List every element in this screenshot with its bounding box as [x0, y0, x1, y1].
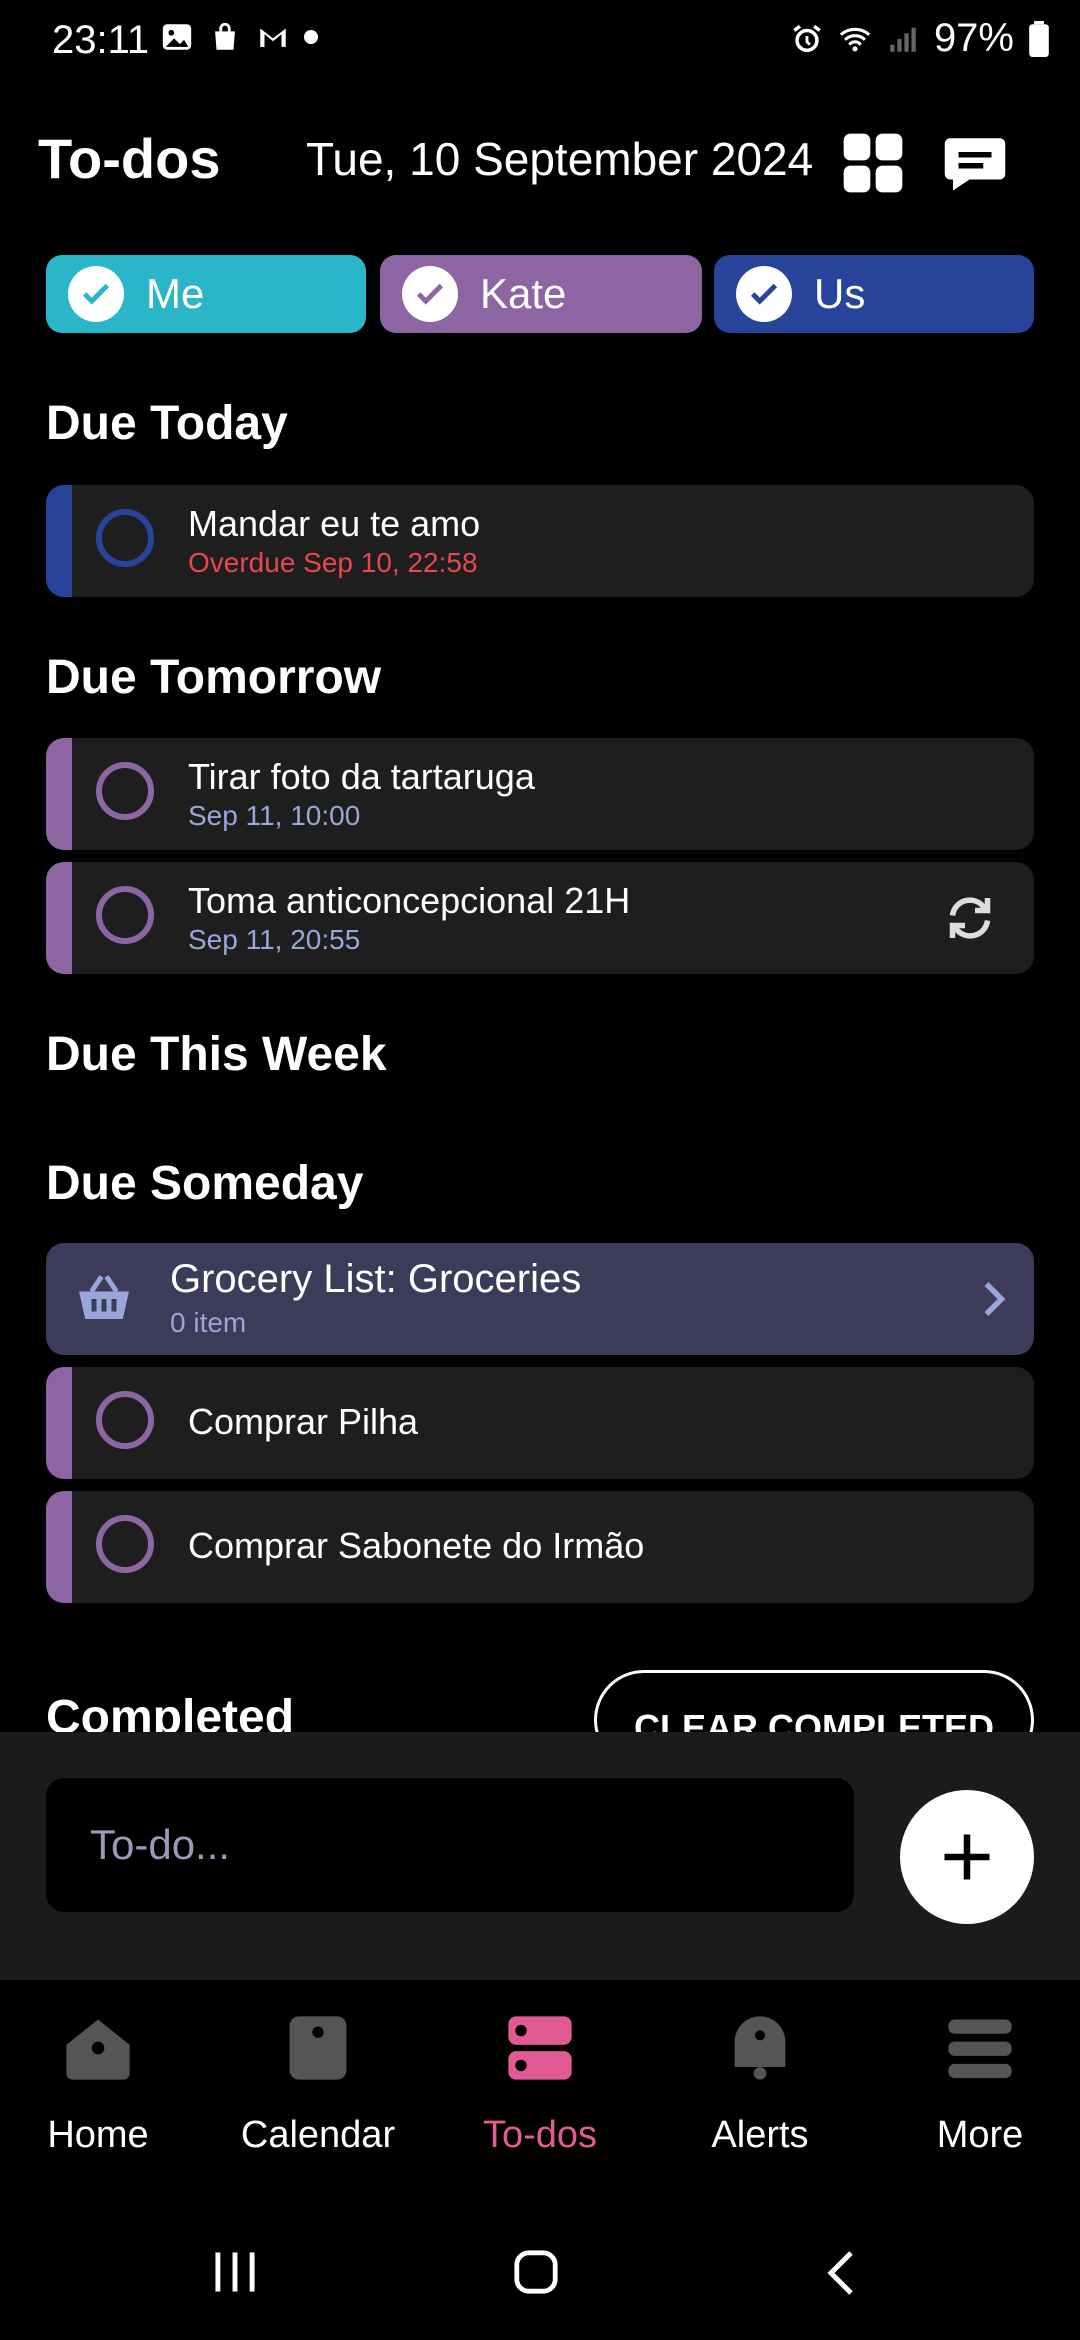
check-icon	[68, 266, 124, 322]
home-system-icon[interactable]	[512, 2248, 560, 2296]
menu-icon	[948, 2019, 1012, 2079]
filter-label: Us	[814, 270, 866, 317]
todo-due: Sep 11, 20:55	[188, 924, 361, 955]
owner-color-bar	[46, 1491, 72, 1603]
complete-checkbox[interactable]	[96, 1515, 154, 1573]
dot-icon	[304, 30, 318, 44]
todo-name: Comprar Pilha	[188, 1401, 419, 1442]
complete-checkbox[interactable]	[96, 509, 154, 567]
check-icon	[402, 266, 458, 322]
page-title: To-dos	[38, 127, 221, 190]
todo-item[interactable]: Toma anticoncepcional 21H Sep 11, 20:55	[46, 862, 1034, 974]
todo-item[interactable]: Comprar Sabonete do Irmão	[46, 1491, 1034, 1603]
complete-checkbox[interactable]	[96, 886, 154, 944]
filter-label: Me	[146, 270, 205, 317]
gmail-icon	[260, 28, 286, 47]
status-time: 23:11	[52, 18, 150, 62]
complete-checkbox[interactable]	[96, 1391, 154, 1449]
home-icon	[66, 2019, 130, 2080]
grocery-count: 0 item	[170, 1307, 247, 1338]
bell-icon	[734, 2016, 786, 2080]
repeat-icon	[949, 897, 991, 939]
complete-checkbox[interactable]	[96, 762, 154, 820]
todo-input[interactable]: To-do...	[46, 1778, 854, 1912]
filter-kate[interactable]: Kate	[380, 255, 702, 333]
alarm-icon	[793, 24, 821, 52]
owner-color-bar	[46, 862, 72, 974]
nav-label: Alerts	[711, 2114, 809, 2156]
todo-item[interactable]: Comprar Pilha	[46, 1367, 1034, 1479]
section-due-someday: Due Someday	[46, 1157, 364, 1210]
todo-due: Overdue Sep 10, 22:58	[188, 547, 478, 578]
nav-label: More	[936, 2114, 1024, 2156]
owner-color-bar	[46, 1367, 72, 1479]
grid-view-button[interactable]	[838, 128, 908, 198]
nav-more[interactable]: More	[890, 2010, 1070, 2157]
signal-icon	[890, 27, 916, 52]
section-due-tomorrow: Due Tomorrow	[46, 651, 382, 704]
todo-item[interactable]: Mandar eu te amo Overdue Sep 10, 22:58	[46, 485, 1034, 597]
nav-todos[interactable]: To-dos	[450, 2010, 630, 2157]
current-date[interactable]: Tue, 10 September 2024	[306, 132, 813, 186]
battery-percent: 97%	[933, 16, 1014, 60]
chat-button[interactable]	[940, 128, 1010, 198]
section-due-this-week: Due This Week	[46, 1028, 387, 1081]
check-icon	[736, 266, 792, 322]
nav-label: Home	[47, 2114, 149, 2156]
todo-name: Toma anticoncepcional 21H	[188, 880, 631, 921]
grocery-title: Grocery List: Groceries	[170, 1257, 582, 1301]
filter-me[interactable]: Me	[46, 255, 366, 333]
owner-color-bar	[46, 738, 72, 850]
filter-label: Kate	[480, 270, 567, 317]
basket-icon	[79, 1275, 129, 1319]
todos-icon	[508, 2016, 572, 2080]
add-todo-button[interactable]	[900, 1790, 1034, 1924]
chevron-right-icon	[984, 1282, 1006, 1316]
grid-icon	[843, 133, 903, 193]
nav-label: Calendar	[240, 2114, 396, 2156]
todo-name: Comprar Sabonete do Irmão	[188, 1525, 645, 1566]
todo-name: Mandar eu te amo	[188, 503, 481, 544]
nav-label: To-dos	[482, 2114, 598, 2156]
owner-color-bar	[46, 485, 72, 597]
todo-due: Sep 11, 10:00	[188, 800, 361, 831]
todo-item[interactable]: Tirar foto da tartaruga Sep 11, 10:00	[46, 738, 1034, 850]
status-notification-icons	[160, 20, 318, 54]
shopping-bag-icon	[215, 22, 235, 50]
wifi-icon	[839, 27, 871, 51]
back-icon[interactable]	[824, 2248, 858, 2298]
status-right: 97%	[790, 16, 1050, 61]
grocery-list-item[interactable]: Grocery List: Groceries 0 item	[46, 1243, 1034, 1355]
nav-alerts[interactable]: Alerts	[670, 2010, 850, 2157]
calendar-icon	[289, 2016, 347, 2080]
image-notification-icon	[162, 24, 192, 50]
recent-apps-icon[interactable]	[210, 2250, 260, 2294]
filter-us[interactable]: Us	[714, 255, 1034, 333]
chat-icon	[944, 138, 1006, 191]
plus-icon	[944, 1834, 990, 1880]
battery-icon	[1029, 20, 1049, 57]
nav-calendar[interactable]: Calendar	[228, 2010, 408, 2157]
todo-name: Tirar foto da tartaruga	[188, 756, 535, 797]
section-due-today: Due Today	[46, 397, 288, 450]
nav-home[interactable]: Home	[8, 2010, 188, 2157]
